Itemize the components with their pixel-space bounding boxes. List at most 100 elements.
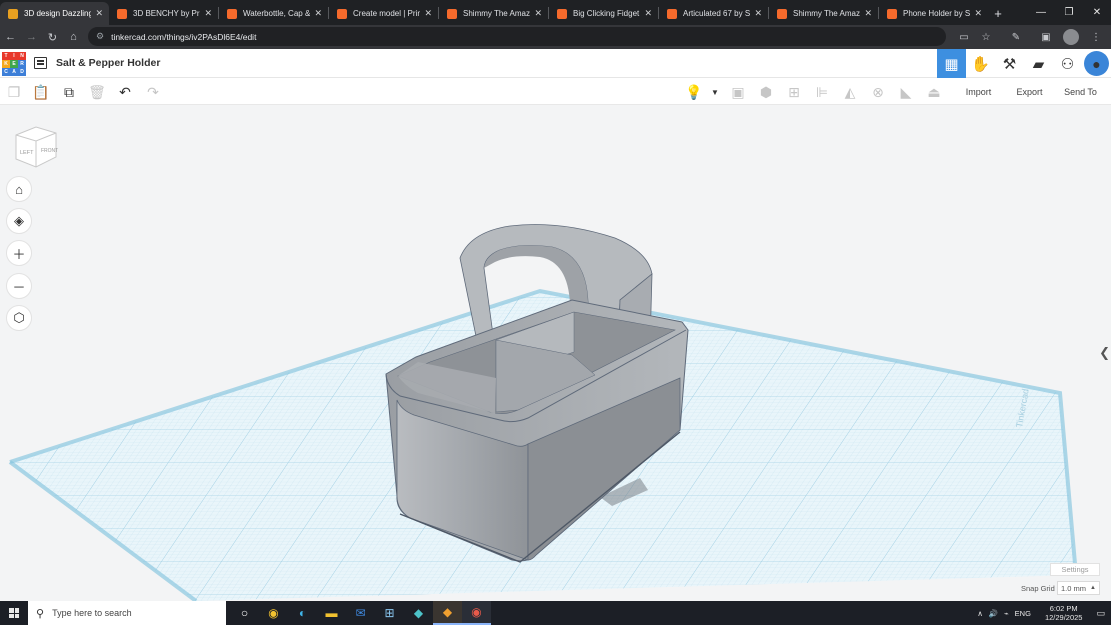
sim-lab-icon[interactable]: ⚒ <box>995 49 1024 78</box>
reload-icon[interactable]: ↻ <box>42 27 63 47</box>
browser-profile-avatar[interactable] <box>1063 29 1079 45</box>
app-icon[interactable]: ◆ <box>404 601 433 625</box>
tinkercad-logo[interactable]: TINKERCAD <box>2 52 26 76</box>
back-icon[interactable]: ← <box>0 27 21 47</box>
new-tab-button[interactable]: + <box>988 2 1008 25</box>
add-user-icon[interactable]: ⚇ <box>1053 49 1082 78</box>
tab-close-icon[interactable]: ✕ <box>644 8 652 19</box>
taskbar-search[interactable]: ⚲ Type here to search <box>28 601 226 625</box>
browser-tab[interactable]: Phone Holder by Shir✕ <box>879 2 988 25</box>
chrome-icon[interactable]: ◉ <box>259 601 288 625</box>
mail-icon[interactable]: ✉ <box>346 601 375 625</box>
notes-light-icon[interactable]: 💡 <box>684 82 704 102</box>
home-view-button[interactable]: ⌂ <box>6 176 32 202</box>
address-bar[interactable]: ⚙ tinkercad.com/things/iv2PAsDl6E4/edit <box>88 27 946 46</box>
task-view-icon[interactable]: ○ <box>230 601 259 625</box>
mirror-icon[interactable]: ◭ <box>840 82 860 102</box>
home-icon[interactable]: ⌂ <box>63 27 84 47</box>
bricks-view-icon[interactable]: ▰ <box>1024 49 1053 78</box>
forward-icon[interactable]: → <box>21 27 42 47</box>
redo-icon[interactable]: ↷ <box>143 82 163 102</box>
cruise-icon[interactable]: ⊗ <box>868 82 888 102</box>
3d-design-view-icon[interactable]: ▦ <box>937 49 966 78</box>
edge-icon[interactable]: ◐ <box>288 601 317 625</box>
tab-close-icon[interactable]: ✕ <box>424 8 432 19</box>
show-all-icon[interactable]: ▣ <box>728 82 748 102</box>
fit-view-button[interactable]: ◈ <box>6 208 32 234</box>
extensions-icon[interactable]: ✎ <box>1005 27 1027 47</box>
3d-workplane-viewport[interactable]: Tinkercad LEFT FRONT ⌂ ◈ ＋ － ⬡ ❮ Setting… <box>0 105 1111 601</box>
ungroup-icon[interactable]: ⊞ <box>784 82 804 102</box>
shapes-panel-toggle-icon[interactable]: ❮ <box>1099 345 1110 361</box>
copy-icon[interactable]: ❐ <box>4 82 24 102</box>
clock[interactable]: 6:02 PM 12/29/2025 <box>1042 604 1086 622</box>
clock-date: 12/29/2025 <box>1044 613 1083 622</box>
view-cube[interactable]: LEFT FRONT <box>12 123 60 171</box>
ruler-icon[interactable]: ⏏ <box>924 82 944 102</box>
language-indicator[interactable]: ENG <box>1015 609 1031 618</box>
browser-tab[interactable]: Big Clicking Fidget by ✕ <box>549 2 658 25</box>
delete-icon[interactable]: 🗑 <box>87 82 107 102</box>
restore-icon[interactable]: ❐ <box>1055 0 1083 25</box>
browser-tab[interactable]: Articulated 67 by Shir✕ <box>659 2 768 25</box>
cast-icon[interactable]: ▭ <box>953 27 975 47</box>
perspective-toggle-button[interactable]: ⬡ <box>6 305 32 331</box>
send-to-button[interactable]: Send To <box>1058 82 1103 102</box>
duplicate-icon[interactable]: ⧉ <box>59 82 79 102</box>
user-avatar[interactable]: ● <box>1084 51 1109 76</box>
blocks-view-icon[interactable]: ✋ <box>966 49 995 78</box>
printables-icon <box>447 8 457 19</box>
browser-tab[interactable]: 3D BENCHY by Prusa ✕ <box>109 2 218 25</box>
snap-grid-select[interactable]: 1.0 mm ▲ <box>1057 581 1100 595</box>
browser-tab[interactable]: Create model | Printal✕ <box>329 2 438 25</box>
import-button[interactable]: Import <box>957 82 1000 102</box>
browser-tab[interactable]: Waterbottle, Cap & St✕ <box>219 2 328 25</box>
close-window-icon[interactable]: ✕ <box>1083 0 1111 25</box>
settings-button[interactable]: Settings <box>1050 563 1100 576</box>
align-icon[interactable]: ⊫ <box>812 82 832 102</box>
tab-close-icon[interactable]: ✕ <box>974 8 982 19</box>
notifications-icon[interactable]: ▭ <box>1096 608 1105 619</box>
zoom-in-button[interactable]: ＋ <box>6 240 32 266</box>
snap-grid-value: 1.0 mm <box>1061 583 1087 593</box>
view-cube-front-label: FRONT <box>41 148 58 154</box>
file-explorer-icon[interactable]: ▬ <box>317 601 346 625</box>
workplane-icon[interactable]: ◣ <box>896 82 916 102</box>
tab-close-icon[interactable]: ✕ <box>534 8 542 19</box>
tab-close-icon[interactable]: ✕ <box>864 8 872 19</box>
printables-icon <box>227 8 237 19</box>
browser-menu-icon[interactable]: ⋮ <box>1085 27 1107 47</box>
logo-tile: N <box>18 52 26 60</box>
browser-tab[interactable]: 3D design Dazzling D✕ <box>0 2 109 25</box>
browser-tab[interactable]: Shimmy The Amazing ✕ <box>769 2 878 25</box>
tab-close-icon[interactable]: ✕ <box>314 8 322 19</box>
pinned-app-icon[interactable]: ◆ <box>433 601 462 625</box>
tab-close-icon[interactable]: ✕ <box>95 8 103 19</box>
tab-close-icon[interactable]: ✕ <box>754 8 762 19</box>
export-button[interactable]: Export <box>1008 82 1051 102</box>
bookmark-star-icon[interactable]: ☆ <box>975 27 997 47</box>
tab-close-icon[interactable]: ✕ <box>204 8 212 19</box>
store-icon[interactable]: ⊞ <box>375 601 404 625</box>
design-list-icon[interactable] <box>34 57 47 69</box>
minimize-icon[interactable]: — <box>1027 0 1055 25</box>
network-icon[interactable]: ⌁ <box>1004 609 1009 618</box>
side-panel-icon[interactable]: ▣ <box>1035 27 1057 47</box>
tray-overflow-icon[interactable]: ∧ <box>977 609 983 618</box>
undo-icon[interactable]: ↶ <box>115 82 135 102</box>
group-icon[interactable]: ⬢ <box>756 82 776 102</box>
chrome-running-icon[interactable]: ◉ <box>462 601 491 625</box>
browser-tab[interactable]: Shimmy The Amazing ✕ <box>439 2 548 25</box>
volume-icon[interactable]: 🔊 <box>989 609 998 618</box>
site-info-icon[interactable]: ⚙ <box>96 31 104 42</box>
notes-dropdown-icon[interactable]: ▼ <box>705 82 725 102</box>
snap-grid-caret-icon: ▲ <box>1090 585 1096 591</box>
paste-icon[interactable]: 📋 <box>31 82 51 102</box>
design-title[interactable]: Salt & Pepper Holder <box>56 57 160 69</box>
url-text: tinkercad.com/things/iv2PAsDl6E4/edit <box>111 31 257 42</box>
printables-icon <box>557 8 567 19</box>
zoom-out-button[interactable]: － <box>6 273 32 299</box>
cube-perspective-icon: ⬡ <box>13 310 25 325</box>
start-button[interactable] <box>0 601 28 625</box>
snap-grid-label: Snap Grid <box>1021 584 1055 593</box>
